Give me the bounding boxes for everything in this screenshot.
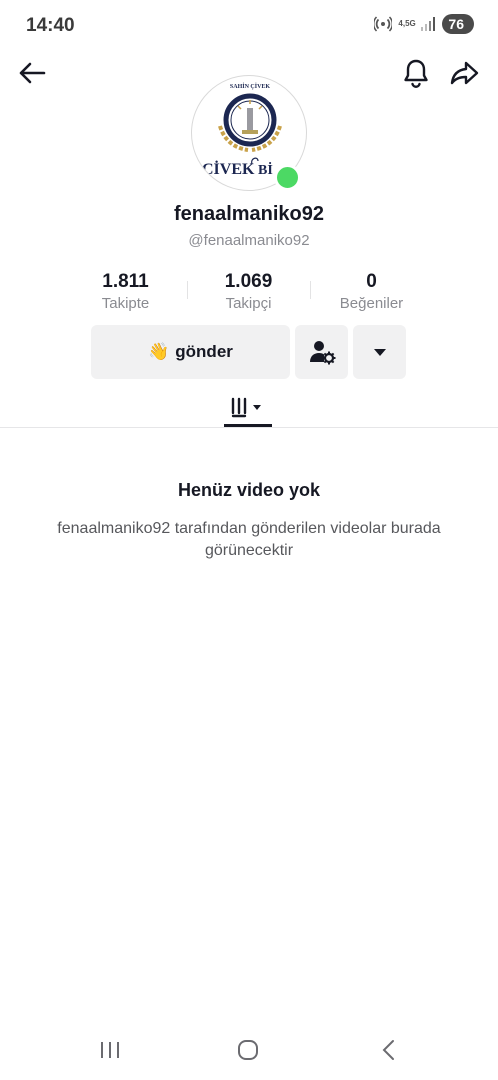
hotspot-icon: [374, 15, 393, 33]
back-button[interactable]: [16, 57, 48, 89]
profile-handle: @fenaalmaniko92: [188, 232, 310, 249]
grid-lines-icon: [231, 397, 261, 418]
wave-icon: 👋: [148, 342, 170, 361]
user-settings-button[interactable]: [295, 325, 348, 379]
stat-following[interactable]: 1.811 Takipte: [64, 271, 187, 315]
home-icon: [238, 1040, 258, 1060]
status-indicators: 4,5G 76: [374, 14, 474, 34]
send-button-label: gönder: [175, 342, 233, 361]
share-button[interactable]: [448, 57, 480, 89]
network-label: 4,5G: [398, 19, 416, 28]
system-back-button[interactable]: [377, 1038, 401, 1062]
svg-text:SAHİN ÇİVEK: SAHİN ÇİVEK: [230, 83, 271, 90]
svg-text:ÇİVEK: ÇİVEK: [202, 159, 255, 178]
status-time: 14:40: [26, 15, 75, 36]
status-bar: 14:40 4,5G 76: [0, 0, 498, 50]
stat-label: Takipçi: [225, 295, 272, 312]
signal-icon: [420, 16, 436, 32]
stat-label: Beğeniler: [339, 295, 404, 312]
profile-display-name: fenaalmaniko92: [173, 203, 325, 225]
share-icon: [450, 61, 479, 85]
bell-icon: [404, 59, 428, 88]
user-settings-icon: [309, 341, 335, 365]
mobile-data-icon: 4,5G: [398, 19, 416, 28]
recent-apps-icon: [101, 1042, 119, 1058]
system-navigation-bar: [0, 1030, 498, 1070]
stat-divider: [187, 281, 188, 299]
arrow-left-icon: [19, 62, 46, 84]
stat-value: 1.069: [224, 271, 273, 292]
stat-value: 1.811: [102, 271, 149, 292]
active-tab-indicator: [224, 424, 272, 427]
empty-state-description: fenaalmaniko92 tarafından gönderilen vid…: [57, 520, 441, 559]
stat-followers[interactable]: 1.069 Takipçi: [187, 271, 310, 315]
svg-text:Bİ: Bİ: [258, 161, 273, 178]
send-wave-button[interactable]: 👋 gönder: [91, 325, 290, 379]
more-options-dropdown-button[interactable]: [353, 325, 406, 379]
caret-down-icon: [373, 349, 386, 356]
recent-apps-button[interactable]: [97, 1038, 123, 1062]
stat-divider: [310, 281, 311, 299]
home-button[interactable]: [235, 1038, 261, 1062]
stat-value: 0: [366, 271, 377, 292]
profile-stats: 1.811 Takipte 1.069 Takipçi 0 Beğeniler: [64, 271, 434, 315]
notifications-button[interactable]: [401, 57, 431, 89]
battery-indicator: 76: [442, 14, 474, 34]
chevron-left-icon: [382, 1040, 394, 1060]
empty-state-title: Henüz video yok: [177, 480, 321, 500]
tab-videos[interactable]: [224, 386, 272, 428]
stat-label: Takipte: [101, 295, 150, 312]
content-tab-bar: [0, 386, 498, 428]
stat-likes[interactable]: 0 Beğeniler: [310, 271, 433, 315]
online-status-indicator: [274, 164, 301, 191]
